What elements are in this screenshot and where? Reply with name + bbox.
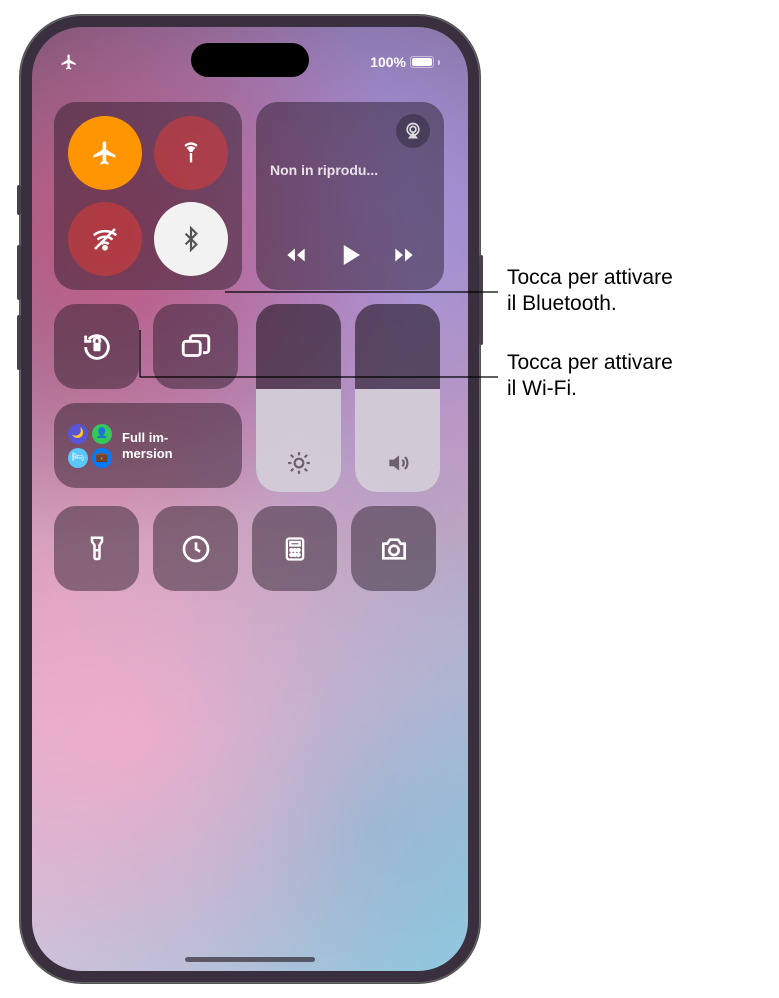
callout-wifi: Tocca per attivare il Wi-Fi. <box>507 350 673 403</box>
callout-bluetooth: Tocca per attivare il Bluetooth. <box>507 265 673 318</box>
